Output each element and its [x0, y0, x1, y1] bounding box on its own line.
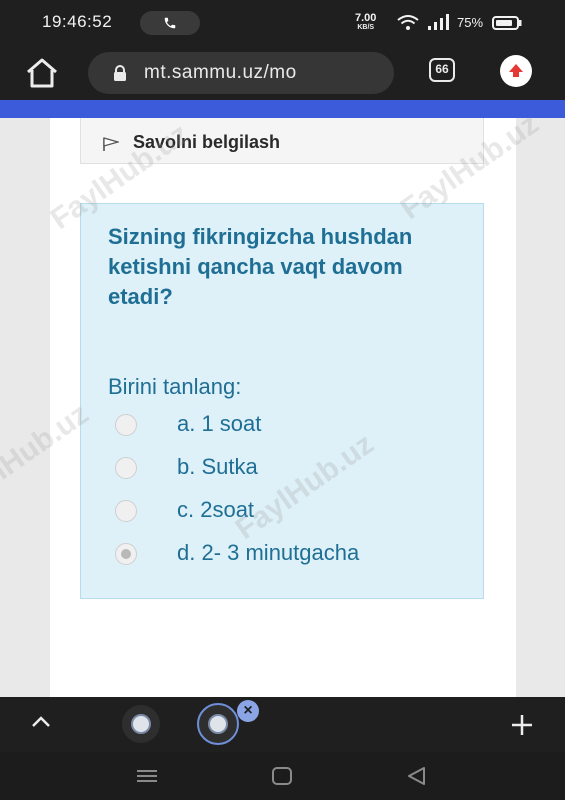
status-time: 19:46:52	[42, 12, 113, 31]
answer-option-label: c. 2soat	[177, 497, 255, 522]
answer-option-label: d. 2- 3 minutgacha	[177, 540, 360, 565]
flag-icon	[103, 137, 119, 151]
back-icon[interactable]	[405, 766, 427, 786]
question-card: Sizning fikringizcha hushdan ketishni qa…	[80, 203, 484, 599]
radio-button[interactable]	[115, 500, 137, 522]
update-button[interactable]	[500, 55, 532, 87]
chevron-up-icon[interactable]	[30, 715, 52, 729]
status-bar: 19:46:52 7.00 KB/S 75%	[0, 0, 565, 46]
flag-question-label: Savolni belgilash	[133, 132, 281, 152]
network-speed-unit: KB/S	[357, 24, 375, 31]
answer-option-label: b. Sutka	[177, 454, 258, 479]
home-icon[interactable]	[24, 56, 60, 90]
question-text: Sizning fikringizcha hushdan ketishni qa…	[108, 224, 413, 309]
network-speed: 7.00 KB/S	[355, 12, 377, 32]
signal-icon	[428, 14, 449, 30]
answer-option[interactable]: a. 1 soat	[115, 407, 455, 441]
answer-option-selected[interactable]: d. 2- 3 minutgacha	[115, 536, 455, 570]
answer-option[interactable]: c. 2soat	[115, 493, 455, 527]
answer-prompt: Birini tanlang:	[108, 374, 242, 399]
browser-toolbar: mt.sammu.uz/mo 66	[0, 46, 565, 100]
answer-option[interactable]: b. Sutka	[115, 450, 455, 484]
tab-favicon	[208, 714, 228, 734]
url-text: mt.sammu.uz/mo	[144, 62, 297, 83]
phone-icon	[164, 17, 176, 29]
network-speed-value: 7.00	[355, 12, 377, 24]
arrow-up-icon	[509, 64, 523, 77]
page-header-bar	[0, 100, 565, 118]
radio-button[interactable]	[115, 457, 137, 479]
battery-percentage: 75%	[457, 15, 484, 30]
recent-apps-icon[interactable]	[136, 769, 158, 783]
tab-thumbnail-active[interactable]	[197, 703, 239, 745]
radio-button-selected[interactable]	[115, 543, 137, 565]
address-bar[interactable]: mt.sammu.uz/mo	[88, 52, 394, 94]
new-tab-icon[interactable]	[510, 713, 534, 737]
radio-button[interactable]	[115, 414, 137, 436]
navigation-bar	[0, 752, 565, 800]
wifi-icon	[397, 15, 419, 30]
flag-question-row[interactable]: Savolni belgilash	[80, 118, 484, 164]
battery-icon	[492, 16, 522, 30]
lock-icon	[114, 65, 126, 81]
ongoing-call-indicator[interactable]	[140, 11, 200, 35]
close-tab-icon[interactable]: ×	[237, 700, 259, 722]
home-nav-icon[interactable]	[271, 766, 293, 786]
tab-favicon	[131, 714, 151, 734]
tab-switcher-button[interactable]: 66	[429, 58, 455, 82]
answer-option-label: a. 1 soat	[177, 411, 262, 436]
tab-strip	[0, 697, 565, 752]
tab-thumbnail[interactable]	[122, 705, 160, 743]
